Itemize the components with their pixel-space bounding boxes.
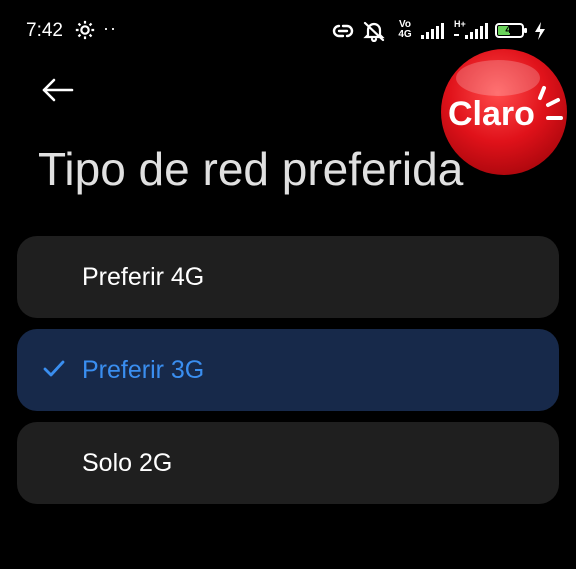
battery-indicator: 45: [495, 23, 528, 38]
status-time: 7:42: [26, 20, 63, 41]
mute-bell-icon: [363, 21, 385, 42]
notification-dots: ··: [103, 18, 117, 38]
network-type-options: Preferir 4G Preferir 3G Solo 2G: [17, 236, 559, 515]
checkmark-icon: [43, 360, 65, 377]
back-arrow-icon[interactable]: [38, 72, 78, 108]
charging-bolt-icon: [535, 22, 545, 40]
option-label: Preferir 4G: [82, 263, 205, 291]
signal-strength-icon-1: [421, 23, 444, 39]
option-prefer-4g[interactable]: Preferir 4G: [17, 236, 559, 318]
hotspot-link-icon: [332, 24, 354, 38]
option-label: Solo 2G: [82, 449, 173, 477]
option-only-2g[interactable]: Solo 2G: [17, 422, 559, 504]
claro-logo-text: Claro: [448, 95, 535, 133]
option-prefer-3g[interactable]: Preferir 3G: [17, 329, 559, 411]
signal-strength-icon-2: [454, 23, 488, 39]
page-title: Tipo de red preferida: [38, 143, 464, 195]
settings-gear-icon: [75, 20, 95, 40]
volte-label: Vo 4G: [398, 19, 412, 40]
battery-level: 45: [505, 24, 518, 36]
claro-logo: Claro: [441, 49, 567, 175]
option-label: Preferir 3G: [82, 356, 205, 384]
